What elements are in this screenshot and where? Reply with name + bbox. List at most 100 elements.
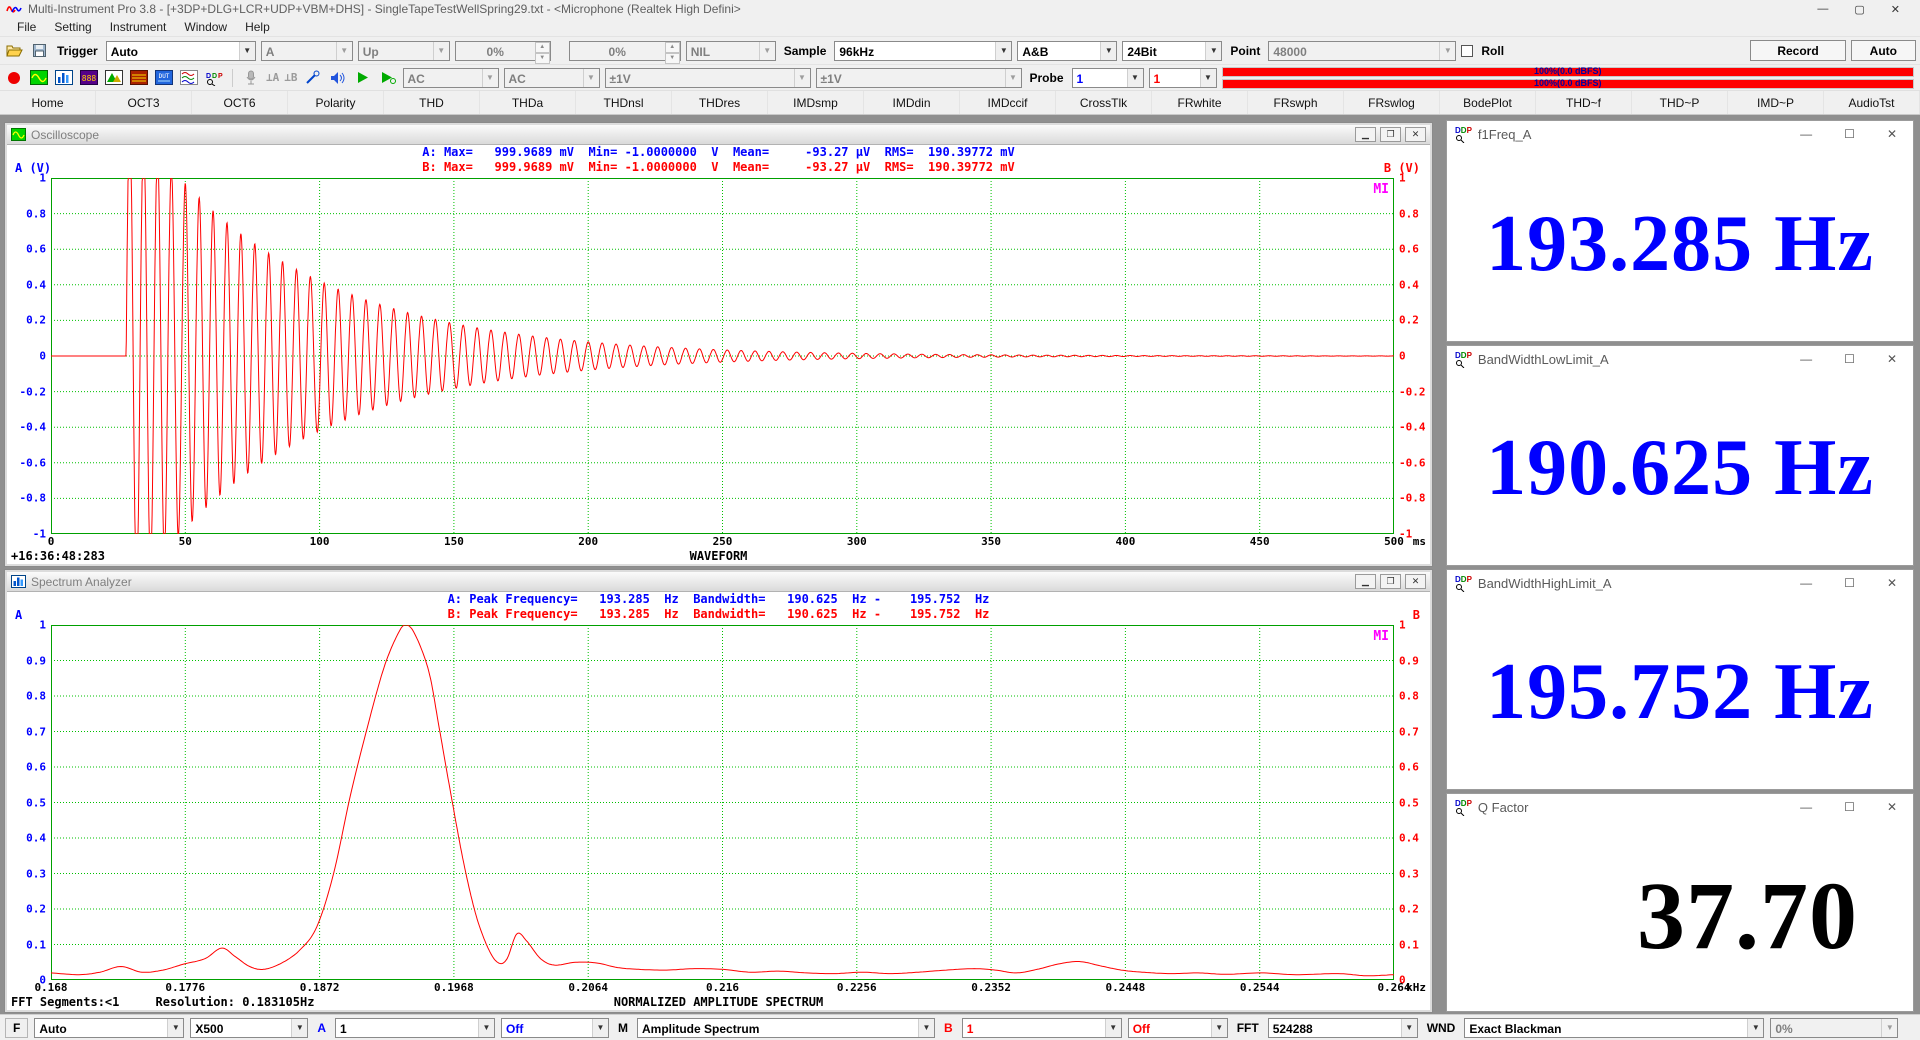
sampling-points-select: 48000▼ — [1268, 41, 1456, 61]
sampling-bits-select[interactable]: 24Bit▼ — [1122, 41, 1222, 61]
a-gain-select[interactable]: 1▼ — [335, 1018, 495, 1038]
tab-thda[interactable]: THDa — [480, 91, 576, 114]
sampling-channels-select[interactable]: A&B▼ — [1017, 41, 1117, 61]
y-tick: 0.2 — [1399, 314, 1419, 327]
tab-oct3[interactable]: OCT3 — [96, 91, 192, 114]
trigger-marker-a-icon[interactable]: ⊥A — [266, 71, 279, 84]
ddp-viewer-button[interactable]: DDP — [204, 69, 224, 87]
tab-thdp[interactable]: THD~P — [1632, 91, 1728, 114]
oscilloscope-plot[interactable]: 10.80.60.40.20-0.2-0.4-0.6-0.8-1 10.80.6… — [7, 175, 1430, 564]
spectrum-3d-plot-button[interactable] — [104, 69, 124, 87]
multimeter-button[interactable]: 888 — [79, 69, 99, 87]
auto-button[interactable]: Auto — [1851, 40, 1916, 61]
spectrum-canvas[interactable]: MI — [51, 625, 1394, 980]
tab-imdp[interactable]: IMD~P — [1728, 91, 1824, 114]
record-button[interactable]: Record — [1750, 40, 1845, 61]
window-function-select[interactable]: Exact Blackman▼ — [1464, 1018, 1764, 1038]
trigger-mode-select[interactable]: Auto▼ — [106, 41, 256, 61]
spectrum-analyzer-button[interactable] — [54, 69, 74, 87]
oscilloscope-button[interactable] — [29, 69, 49, 87]
spectrum-plot[interactable]: 10.90.80.70.60.50.40.30.20.10 10.90.80.7… — [7, 622, 1430, 1010]
roll-checkbox[interactable] — [1461, 45, 1473, 57]
minimize-button[interactable]: — — [1800, 127, 1812, 141]
menu-file[interactable]: File — [8, 19, 45, 35]
maximize-button[interactable]: ☐ — [1844, 576, 1855, 590]
menu-help[interactable]: Help — [236, 19, 279, 35]
x-axis: kHz 0.1680.17760.18720.19680.20640.2160.… — [51, 981, 1394, 994]
tab-home[interactable]: Home — [0, 91, 96, 114]
sweep-mode-select[interactable]: Auto▼ — [34, 1018, 184, 1038]
save-file-icon[interactable] — [29, 42, 49, 60]
close-button[interactable]: ✕ — [1405, 574, 1426, 589]
zoom-select[interactable]: X500▼ — [190, 1018, 308, 1038]
tab-imdccif[interactable]: IMDccif — [960, 91, 1056, 114]
minimize-button[interactable]: — — [1800, 800, 1812, 814]
restore-button[interactable]: ❐ — [1380, 127, 1401, 142]
record-dot-icon[interactable] — [4, 69, 24, 87]
tab-thdnsl[interactable]: THDnsl — [576, 91, 672, 114]
menu-instrument[interactable]: Instrument — [101, 19, 176, 35]
minimize-button[interactable]: ▁ — [1355, 574, 1376, 589]
maximize-button[interactable]: ☐ — [1844, 800, 1855, 814]
derived-data-curve-button[interactable] — [179, 69, 199, 87]
window-close-button[interactable]: ✕ — [1891, 3, 1900, 16]
ddp-titlebar[interactable]: DDP BandWidthLowLimit_A — ☐ ✕ — [1447, 346, 1913, 372]
tab-frwhite[interactable]: FRwhite — [1152, 91, 1248, 114]
tab-crosstlk[interactable]: CrossTlk — [1056, 91, 1152, 114]
maximize-button[interactable]: ☐ — [1844, 352, 1855, 366]
run-button[interactable] — [353, 69, 373, 87]
ddp-titlebar[interactable]: DDP Q Factor — ☐ ✕ — [1447, 794, 1913, 820]
minimize-button[interactable]: — — [1800, 352, 1812, 366]
close-button[interactable]: ✕ — [1887, 800, 1897, 814]
run-loop-button[interactable] — [378, 69, 398, 87]
probe-calibration-icon[interactable] — [303, 69, 323, 87]
menu-setting[interactable]: Setting — [45, 19, 100, 35]
close-button[interactable]: ✕ — [1887, 352, 1897, 366]
window-maximize-button[interactable]: ▢ — [1854, 3, 1864, 16]
tab-thd[interactable]: THD — [384, 91, 480, 114]
level-meter-b: 100%(0.0 dBFS) — [1222, 79, 1914, 89]
spectrum-titlebar[interactable]: Spectrum Analyzer ▁ ❐ ✕ — [7, 572, 1430, 592]
oscilloscope-titlebar[interactable]: Oscilloscope ▁ ❐ ✕ — [7, 125, 1430, 145]
microphone-icon[interactable] — [241, 69, 261, 87]
restore-button[interactable]: ❐ — [1380, 574, 1401, 589]
x-axis-caption-row: WAVEFORM +16:36:48:283 — [11, 549, 1426, 563]
b-gain-select[interactable]: 1▼ — [962, 1018, 1122, 1038]
close-button[interactable]: ✕ — [1887, 576, 1897, 590]
tab-bodeplot[interactable]: BodePlot — [1440, 91, 1536, 114]
maximize-button[interactable]: ☐ — [1844, 127, 1855, 141]
tab-oct6[interactable]: OCT6 — [192, 91, 288, 114]
probe-a-select[interactable]: 1▼ — [1072, 68, 1144, 88]
a-ref-select[interactable]: Off▼ — [501, 1018, 609, 1038]
tab-polarity[interactable]: Polarity — [288, 91, 384, 114]
fft-size-select[interactable]: 524288▼ — [1268, 1018, 1418, 1038]
window-minimize-button[interactable]: — — [1817, 3, 1828, 16]
tab-frswph[interactable]: FRswph — [1248, 91, 1344, 114]
waveform-canvas[interactable]: MI — [51, 178, 1394, 534]
tab-frswlog[interactable]: FRswlog — [1344, 91, 1440, 114]
sampling-rate-select[interactable]: 96kHz▼ — [834, 41, 1012, 61]
b-ref-select[interactable]: Off▼ — [1128, 1018, 1228, 1038]
minimize-button[interactable]: ▁ — [1355, 127, 1376, 142]
speaker-icon[interactable] — [328, 69, 348, 87]
probe-b-select[interactable]: 1▼ — [1149, 68, 1217, 88]
data-logger-button[interactable] — [129, 69, 149, 87]
ddp-titlebar[interactable]: DDP BandWidthHighLimit_A — ☐ ✕ — [1447, 570, 1913, 596]
ddp-titlebar[interactable]: DDP f1Freq_A — ☐ ✕ — [1447, 121, 1913, 147]
minimize-button[interactable]: — — [1800, 576, 1812, 590]
menu-window[interactable]: Window — [175, 19, 236, 35]
svg-text:P: P — [218, 73, 223, 80]
tab-thdres[interactable]: THDres — [672, 91, 768, 114]
spectrum-title: Spectrum Analyzer — [31, 575, 132, 589]
close-button[interactable]: ✕ — [1887, 127, 1897, 141]
close-button[interactable]: ✕ — [1405, 127, 1426, 142]
open-file-icon[interactable] — [4, 42, 24, 60]
trigger-marker-b-icon[interactable]: ⊥B — [284, 71, 297, 84]
tab-audiotst[interactable]: AudioTst — [1824, 91, 1920, 114]
tab-imddin[interactable]: IMDdin — [864, 91, 960, 114]
y-tick: 0.6 — [26, 761, 46, 774]
device-test-plan-button[interactable]: DUT — [154, 69, 174, 87]
tab-imdsmp[interactable]: IMDsmp — [768, 91, 864, 114]
analysis-mode-select[interactable]: Amplitude Spectrum▼ — [637, 1018, 935, 1038]
tab-thdf[interactable]: THD~f — [1536, 91, 1632, 114]
